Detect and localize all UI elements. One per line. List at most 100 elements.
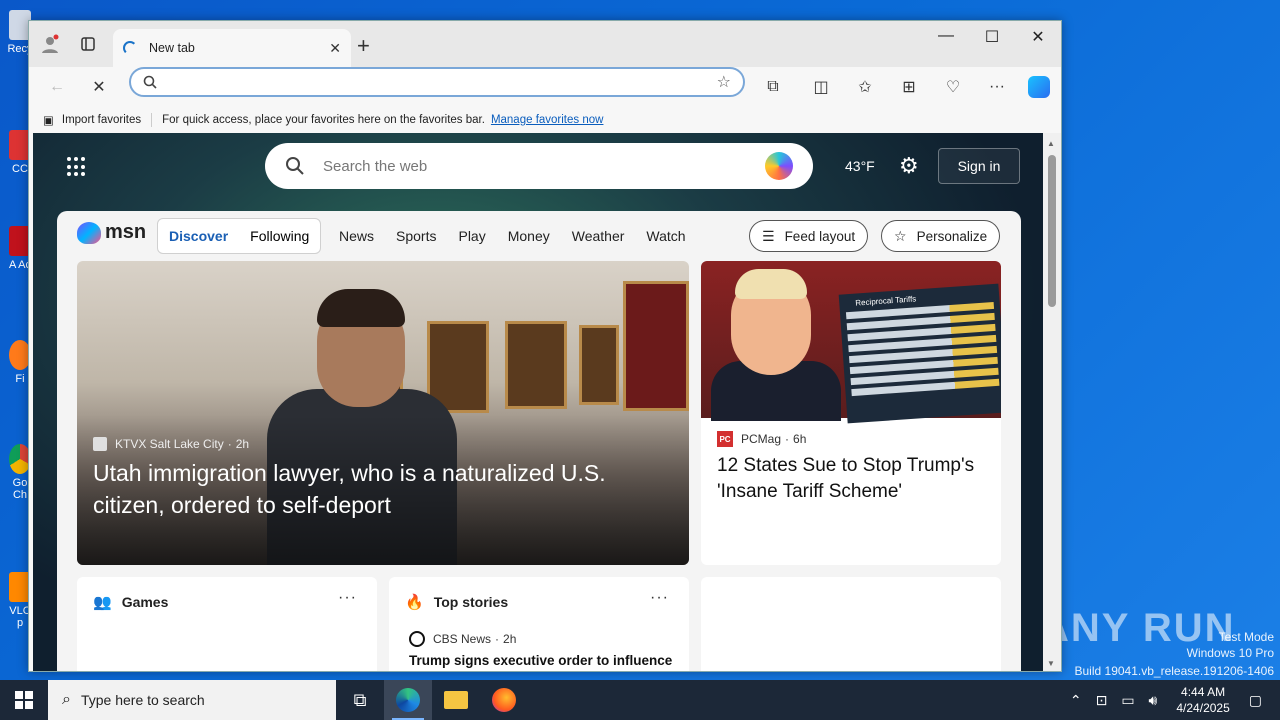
- hero-headline[interactable]: Utah immigration lawyer, who is a natura…: [93, 457, 673, 521]
- minimize-button[interactable]: —: [923, 27, 969, 45]
- collections-icon[interactable]: ⊞: [895, 73, 923, 101]
- scroll-up-icon[interactable]: ▲: [1047, 139, 1055, 148]
- page-scrollbar[interactable]: ▲ ▼: [1043, 133, 1061, 671]
- taskbar: ⌕ Type here to search ⧉ ⌃ ⊡ ▭ 🔊︎ 4:44 AM…: [0, 680, 1280, 720]
- toolbar: ← ✕ ☆ ⧉ ◫ ✩ ⊞ ♡ ···: [29, 67, 1061, 107]
- story-age: 2h: [235, 437, 250, 451]
- cbs-logo-icon: [409, 631, 425, 647]
- close-tab-icon[interactable]: ✕: [329, 40, 341, 57]
- address-bar[interactable]: ☆: [129, 67, 745, 97]
- nav-weather[interactable]: Weather: [572, 228, 625, 244]
- tab-actions-icon[interactable]: [75, 31, 101, 57]
- taskbar-file-explorer[interactable]: [432, 680, 480, 720]
- favorites-icon[interactable]: ✩: [851, 73, 879, 101]
- story-headline[interactable]: 12 States Sue to Stop Trump's 'Insane Ta…: [717, 453, 993, 505]
- chevron-up-icon[interactable]: ⌃: [1070, 692, 1082, 709]
- feed-segment-control: Discover Following: [157, 218, 322, 254]
- title-bar: New tab ✕ + — ☐ ✕: [29, 21, 1061, 67]
- pcmag-logo-icon: PC: [717, 431, 733, 447]
- wall-plaque: [505, 321, 567, 409]
- search-placeholder: Search the web: [323, 157, 428, 175]
- task-view-button[interactable]: ⧉: [336, 680, 384, 720]
- feed-layout-label: Feed layout: [784, 228, 856, 244]
- games-title: Games: [121, 594, 169, 610]
- msn-search-box[interactable]: Search the web: [265, 143, 813, 189]
- top-stories-card[interactable]: 🔥 Top stories ··· CBS News · 2h Trump sig…: [389, 577, 689, 671]
- back-button[interactable]: ←: [43, 73, 71, 101]
- copilot-search-icon[interactable]: [765, 152, 793, 180]
- favorites-bar: ▣ Import favorites For quick access, pla…: [29, 107, 1061, 133]
- tab-new-tab[interactable]: New tab ✕: [113, 29, 351, 67]
- stop-loading-button[interactable]: ✕: [85, 73, 113, 101]
- nav-news[interactable]: News: [339, 228, 374, 244]
- network-icon[interactable]: ▭: [1121, 692, 1134, 709]
- new-tab-button[interactable]: +: [357, 33, 370, 59]
- address-input[interactable]: [165, 74, 717, 90]
- windows-logo-icon: [15, 691, 33, 709]
- wall-plaque: [623, 281, 689, 411]
- volume-icon[interactable]: 🔊︎: [1149, 692, 1158, 709]
- story-source: CBS News · 2h: [409, 631, 516, 647]
- taskbar-search[interactable]: ⌕ Type here to search: [48, 680, 336, 720]
- divider: [151, 113, 153, 127]
- games-icon: 👥: [93, 594, 112, 611]
- hero-story-card[interactable]: KTVX Salt Lake City · 2h Utah immigratio…: [77, 261, 689, 565]
- desktop-icon-label: Go Ch: [12, 477, 28, 501]
- tab-discover[interactable]: Discover: [158, 228, 239, 244]
- extensions-icon[interactable]: ⧉: [759, 73, 787, 101]
- edge-window: New tab ✕ + — ☐ ✕ ← ✕ ☆ ⧉ ◫ ✩ ⊞ ♡ ··· ▣ …: [28, 20, 1062, 672]
- settings-more-icon[interactable]: ···: [983, 73, 1011, 101]
- anyrun-watermark: ANY RUN: [1040, 606, 1236, 650]
- flame-icon: 🔥: [405, 594, 424, 611]
- manage-favorites-link[interactable]: Manage favorites now: [491, 114, 604, 126]
- story-headline[interactable]: Trump signs executive order to influence: [409, 653, 672, 668]
- close-window-button[interactable]: ✕: [1015, 27, 1061, 47]
- category-nav: News Sports Play Money Weather Watch: [339, 228, 708, 244]
- profile-icon[interactable]: [37, 31, 63, 57]
- os-label: Windows 10 Pro: [1186, 646, 1274, 660]
- feed-layout-button[interactable]: ☰ Feed layout: [749, 220, 869, 252]
- tariff-board: Reciprocal Tariffs: [838, 283, 1001, 424]
- clock[interactable]: 4:44 AM 4/24/2025: [1176, 684, 1229, 716]
- scrollbar-thumb[interactable]: [1048, 155, 1056, 307]
- weather-temperature[interactable]: 43°F: [845, 158, 875, 174]
- msn-logo[interactable]: msn: [77, 221, 146, 244]
- sparkle-star-icon: ☆: [894, 227, 907, 244]
- taskbar-edge[interactable]: [384, 680, 432, 720]
- nav-watch[interactable]: Watch: [646, 228, 685, 244]
- sign-in-button[interactable]: Sign in: [938, 148, 1020, 184]
- news-feed: msn Discover Following News Sports Play …: [57, 211, 1021, 671]
- story-card-pcmag[interactable]: Reciprocal Tariffs PC PCMag · 6h 12 Stat…: [701, 261, 1001, 565]
- notification-icon[interactable]: ▢: [1249, 692, 1262, 709]
- story-source: PC PCMag · 6h: [717, 431, 806, 447]
- sliders-icon: ☰: [762, 227, 775, 244]
- nav-play[interactable]: Play: [458, 228, 485, 244]
- maximize-button[interactable]: ☐: [969, 27, 1015, 47]
- network-device-icon[interactable]: ⊡: [1096, 692, 1108, 709]
- edge-icon: [396, 688, 420, 712]
- taskbar-search-placeholder: Type here to search: [80, 692, 205, 708]
- taskbar-firefox[interactable]: [480, 680, 528, 720]
- more-options-button[interactable]: ···: [338, 589, 357, 607]
- games-card[interactable]: 👥 Games ···: [77, 577, 377, 671]
- source-name: KTVX Salt Lake City: [115, 437, 224, 451]
- tab-following[interactable]: Following: [239, 228, 320, 244]
- personalize-label: Personalize: [916, 228, 988, 244]
- gear-icon[interactable]: ⚙: [899, 153, 919, 179]
- favorite-star-icon[interactable]: ☆: [717, 72, 731, 92]
- split-screen-icon[interactable]: ◫: [807, 73, 835, 101]
- apps-launcher-icon[interactable]: [67, 157, 87, 177]
- nav-money[interactable]: Money: [508, 228, 550, 244]
- copilot-icon[interactable]: [1025, 73, 1053, 101]
- loading-spinner-icon: [123, 41, 137, 55]
- story-age: 2h: [503, 632, 517, 646]
- more-options-button[interactable]: ···: [650, 589, 669, 607]
- browser-essentials-icon[interactable]: ♡: [939, 73, 967, 101]
- scroll-down-icon[interactable]: ▼: [1047, 659, 1055, 668]
- favorites-hint: For quick access, place your favorites h…: [162, 114, 485, 126]
- desktop-icon-label: Fi: [15, 373, 25, 385]
- import-favorites-button[interactable]: Import favorites: [62, 114, 141, 126]
- start-button[interactable]: [0, 680, 48, 720]
- nav-sports[interactable]: Sports: [396, 228, 436, 244]
- personalize-button[interactable]: ☆ Personalize: [881, 220, 1001, 252]
